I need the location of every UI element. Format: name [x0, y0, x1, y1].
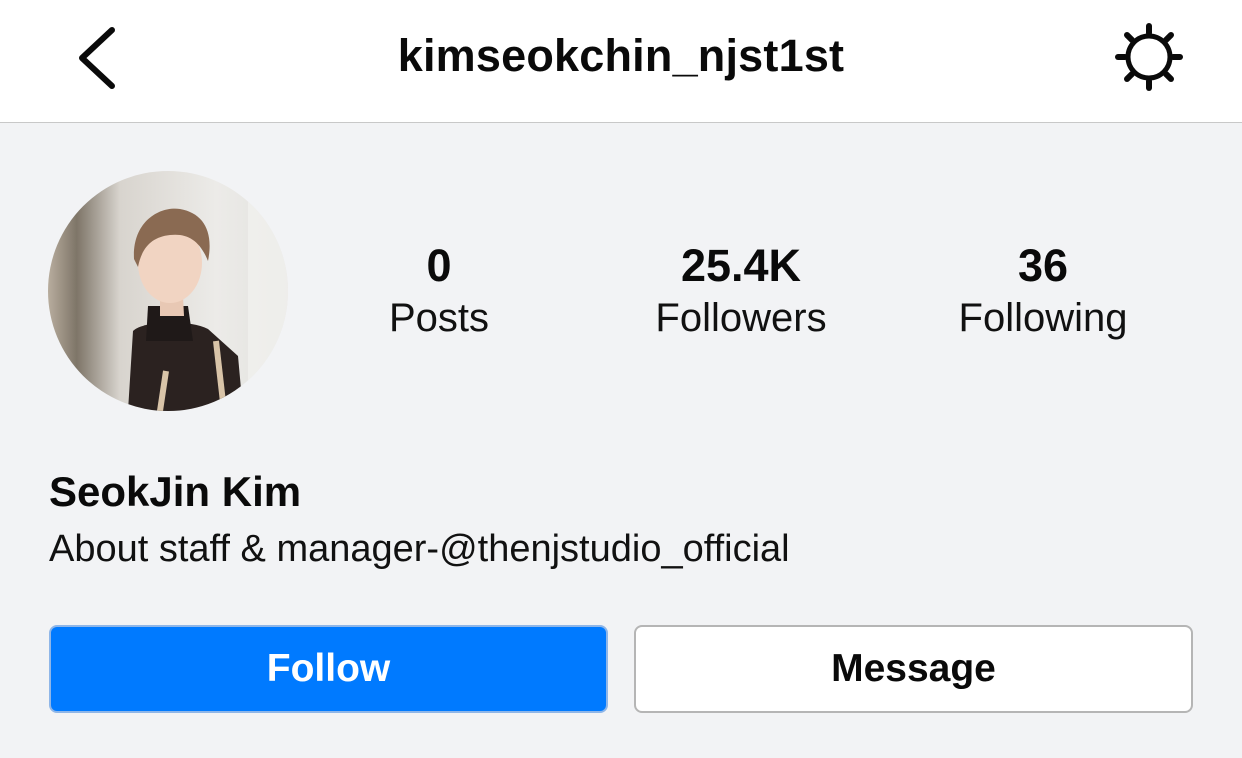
posts-label: Posts	[388, 296, 490, 340]
avatar[interactable]	[48, 171, 288, 411]
navigation-bar: kimseokchin_njst1st	[0, 0, 1242, 123]
followers-count: 25.4K	[680, 240, 802, 291]
message-button[interactable]: Message	[634, 625, 1193, 713]
follow-button[interactable]: Follow	[49, 625, 608, 713]
posts-stat[interactable]: 0 Posts	[309, 240, 569, 344]
following-count: 36	[1017, 240, 1069, 291]
followers-stat[interactable]: 25.4K Followers	[611, 240, 871, 344]
profile-photo	[48, 171, 288, 411]
following-stat[interactable]: 36 Following	[913, 240, 1173, 344]
following-label: Following	[958, 296, 1128, 340]
posts-count: 0	[426, 240, 452, 291]
followers-label: Followers	[655, 296, 827, 340]
profile-username-title: kimseokchin_njst1st	[397, 30, 845, 81]
profile-display-name: SeokJin Kim	[49, 468, 302, 515]
profile-bio: About staff & manager-@thenjstudio_offic…	[49, 528, 790, 570]
gear-icon	[1115, 23, 1183, 91]
settings-button[interactable]	[1112, 22, 1186, 92]
